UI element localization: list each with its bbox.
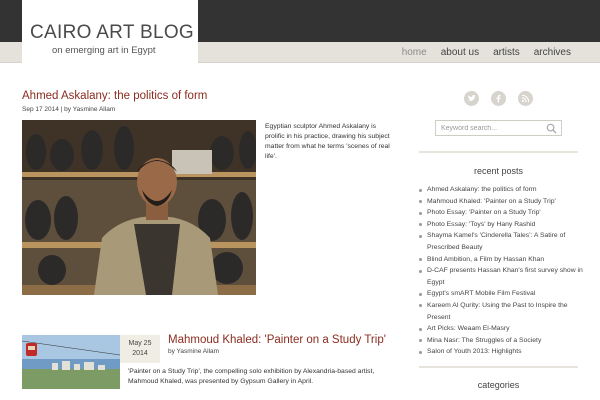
- list-item: Art Picks: Weaam El-Masry: [419, 323, 584, 335]
- list-item: Salon of Youth 2013: Highlights: [419, 346, 584, 358]
- site-title: CAIRO ART BLOG: [30, 22, 194, 43]
- post-date-day: May 25: [128, 340, 152, 347]
- list-item: Photo Essay: 'Toys' by Hany Rashid: [419, 219, 584, 231]
- recent-posts-title: recent posts: [473, 166, 524, 176]
- site-logo[interactable]: CAIRO ART BLOG on emerging art in Egypt: [22, 0, 198, 63]
- recent-post-link[interactable]: Salon of Youth 2013: Highlights: [427, 348, 521, 355]
- facebook-icon[interactable]: [491, 91, 506, 106]
- recent-post-link[interactable]: Ahmed Askalany: the politics of form: [427, 186, 537, 193]
- sculptor-photo: [22, 120, 256, 295]
- rss-icon[interactable]: [518, 91, 533, 106]
- nav-archives[interactable]: archives: [527, 42, 578, 63]
- recent-post-link[interactable]: Photo Essay: 'Painter on a Study Trip': [427, 209, 541, 216]
- post-title[interactable]: Mahmoud Khaled: 'Painter on a Study Trip…: [168, 334, 386, 346]
- recent-post-link[interactable]: Art Picks: Weaam El-Masry: [427, 325, 510, 332]
- post-thumbnail[interactable]: [22, 335, 120, 389]
- post-meta: by Yasmine Allam: [168, 348, 220, 355]
- search-icon[interactable]: [546, 123, 557, 134]
- nav-home[interactable]: home: [395, 42, 434, 63]
- post-date: May 25 2014: [120, 335, 160, 363]
- list-item: Kareem Al Qurity: Using the Past to Insp…: [419, 300, 584, 323]
- twitter-icon[interactable]: [464, 91, 479, 106]
- list-item: Shayma Kamel's 'Cinderella Tales': A Sat…: [419, 230, 584, 253]
- list-item: Photo Essay: 'Painter on a Study Trip': [419, 207, 584, 219]
- search-input[interactable]: [441, 121, 541, 135]
- recent-post-link[interactable]: Mahmoud Khaled: 'Painter on a Study Trip…: [427, 198, 556, 205]
- recent-post-link[interactable]: D-CAF presents Hassan Khan's first surve…: [427, 267, 583, 286]
- nav-artists[interactable]: artists: [486, 42, 527, 63]
- post-excerpt: Egyptian sculptor Ahmed Askalany is prol…: [265, 123, 390, 160]
- cityscape-photo: [22, 335, 120, 389]
- recent-post-link[interactable]: Kareem Al Qurity: Using the Past to Insp…: [427, 302, 568, 321]
- post-date-year: 2014: [132, 350, 148, 357]
- post-excerpt: 'Painter on a Study Trip', the compellin…: [128, 368, 375, 385]
- sidebar-divider: [419, 366, 578, 368]
- list-item: Mina Nasr: The Struggles of a Society: [419, 335, 584, 347]
- list-item: Ahmed Askalany: the politics of form: [419, 184, 584, 196]
- list-item: D-CAF presents Hassan Khan's first surve…: [419, 265, 584, 288]
- recent-posts-list: Ahmed Askalany: the politics of form Mah…: [419, 184, 584, 358]
- list-item: Mahmoud Khaled: 'Painter on a Study Trip…: [419, 196, 584, 208]
- categories-title: categories: [477, 380, 520, 390]
- recent-post-link[interactable]: Mina Nasr: The Struggles of a Society: [427, 337, 541, 344]
- recent-post-link[interactable]: Egypt's smART Mobile Film Festival: [427, 290, 535, 297]
- post-title[interactable]: Ahmed Askalany: the politics of form: [22, 90, 207, 102]
- nav-about-us[interactable]: about us: [434, 42, 486, 63]
- main-nav: home about us artists archives: [395, 42, 578, 63]
- post-featured-image[interactable]: [22, 120, 256, 295]
- site-tagline: on emerging art in Egypt: [52, 45, 156, 56]
- recent-post-link[interactable]: Photo Essay: 'Toys' by Hany Rashid: [427, 221, 535, 228]
- list-item: Blind Ambition, a Film by Hassan Khan: [419, 254, 584, 266]
- sidebar-divider: [419, 151, 578, 153]
- post-meta: Sep 17 2014 | by Yasmine Allam: [22, 106, 116, 113]
- recent-post-link[interactable]: Blind Ambition, a Film by Hassan Khan: [427, 256, 544, 263]
- search-box: [435, 120, 562, 136]
- list-item: Egypt's smART Mobile Film Festival: [419, 288, 584, 300]
- recent-post-link[interactable]: Shayma Kamel's 'Cinderella Tales': A Sat…: [427, 232, 565, 251]
